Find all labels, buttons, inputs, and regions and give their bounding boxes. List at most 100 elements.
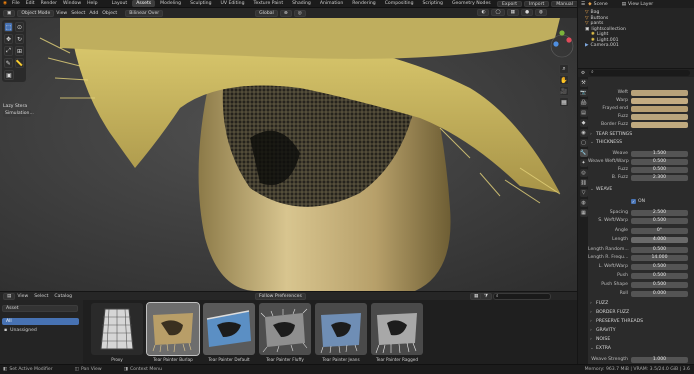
xray-icon[interactable]: ▦: [506, 9, 519, 16]
grid-view-icon[interactable]: ▦: [559, 97, 569, 107]
menu-render[interactable]: Render: [41, 1, 57, 6]
prop-value-field[interactable]: 0.000: [631, 290, 688, 297]
prop-value-field[interactable]: 2.500: [631, 209, 688, 216]
tab-modeling[interactable]: Modeling: [156, 0, 185, 7]
modifier-tab-icon[interactable]: 🔧: [579, 149, 588, 157]
tab-layout[interactable]: Layout: [108, 0, 132, 7]
export-button[interactable]: Export: [497, 1, 523, 7]
menu-help[interactable]: Help: [87, 1, 97, 6]
transform-tool-icon[interactable]: ⊞: [15, 46, 24, 56]
tool-tab-icon[interactable]: ⚒: [579, 79, 588, 87]
thickness-section[interactable]: ⌄ THICKNESS: [590, 139, 692, 146]
proportional-edit-icon[interactable]: ◎: [293, 9, 306, 17]
annotate-tool-icon[interactable]: ✎: [4, 58, 13, 68]
zoom-icon[interactable]: ⌕: [559, 64, 569, 74]
prop-value-field[interactable]: 0.500: [631, 217, 688, 224]
measure-tool-icon[interactable]: 📏: [14, 58, 24, 68]
object-menu[interactable]: Object: [102, 11, 117, 16]
filter-icon[interactable]: ⧩: [480, 293, 493, 300]
add-menu[interactable]: Add: [89, 11, 98, 16]
tab-animation[interactable]: Animation: [316, 0, 347, 7]
prop-value-field[interactable]: 2.300: [631, 174, 688, 181]
extra-section[interactable]: ⌄ EXTRA: [590, 345, 692, 352]
asset-select-menu[interactable]: Select: [34, 294, 48, 299]
properties-type-icon[interactable]: ⚙: [581, 71, 585, 76]
manual-button[interactable]: Manual: [551, 1, 578, 7]
prop-value-field[interactable]: 0.500: [631, 158, 688, 165]
move-tool-icon[interactable]: ✥: [4, 34, 13, 44]
simulation-button[interactable]: Simulation...: [3, 110, 34, 117]
object-tab-icon[interactable]: ▢: [579, 139, 588, 147]
color-swatch[interactable]: [631, 113, 688, 120]
view-layer-name[interactable]: View Layer: [628, 2, 653, 7]
view-menu[interactable]: View: [56, 11, 67, 16]
catalog-item-unassigned[interactable]: ▪ Unassigned: [4, 327, 37, 334]
tab-texture-paint[interactable]: Texture Paint: [249, 0, 287, 7]
prop-value-field[interactable]: 0.500: [631, 263, 688, 270]
data-tab-icon[interactable]: ▽: [579, 189, 588, 197]
mode-select-icon[interactable]: ▣: [3, 9, 16, 17]
tab-shading[interactable]: Shading: [288, 0, 315, 7]
border-fuzz-section[interactable]: › BORDER FUZZ: [590, 309, 692, 316]
world-tab-icon[interactable]: ◉: [579, 129, 588, 137]
weave-section[interactable]: ⌄ WEAVE: [590, 186, 692, 193]
tab-geometry-nodes[interactable]: Geometry Nodes: [448, 0, 495, 7]
prop-value-field[interactable]: 4.000: [631, 236, 688, 243]
asset-view-menu[interactable]: View: [17, 294, 28, 299]
physics-tab-icon[interactable]: ◎: [579, 169, 588, 177]
weave-on-checkbox[interactable]: ✓: [631, 199, 636, 204]
outliner-item[interactable]: ▶ Camera.001: [581, 43, 691, 49]
menu-window[interactable]: Window: [63, 1, 81, 6]
prop-value-field[interactable]: 0.500: [631, 272, 688, 279]
tab-scripting[interactable]: Scripting: [419, 0, 447, 7]
transform-orientation-dropdown[interactable]: Global: [255, 9, 278, 17]
properties-search-input[interactable]: ⌕: [589, 70, 690, 76]
add-cube-tool-icon[interactable]: ▣: [4, 70, 14, 80]
constraints-tab-icon[interactable]: ⛓: [579, 179, 588, 187]
tab-uv-editing[interactable]: UV Editing: [217, 0, 249, 7]
tear-settings-section[interactable]: › TEAR SETTINGS: [590, 131, 692, 138]
color-swatch[interactable]: [631, 89, 688, 96]
visibility-icon[interactable]: ◐: [477, 9, 490, 16]
asset-catalog-menu[interactable]: Catalog: [54, 294, 72, 299]
prop-value-field[interactable]: 0.500: [631, 246, 688, 253]
asset-search-input[interactable]: ⌕: [493, 293, 551, 300]
object-mode-dropdown[interactable]: Object Mode: [17, 9, 55, 17]
select-menu[interactable]: Select: [71, 11, 85, 16]
pivot-dropdown[interactable]: Bilinear Over: [125, 9, 164, 17]
render-tab-icon[interactable]: 📷: [579, 89, 588, 97]
import-method-dropdown[interactable]: Follow Preferences: [255, 293, 306, 300]
tab-compositing[interactable]: Compositing: [381, 0, 418, 7]
asset-library-dropdown[interactable]: Asset: [2, 305, 78, 312]
gravity-section[interactable]: › GRAVITY: [590, 327, 692, 334]
menu-edit[interactable]: Edit: [26, 1, 35, 6]
prop-value-field[interactable]: 0°: [631, 227, 688, 234]
noise-section[interactable]: › NOISE: [590, 336, 692, 343]
color-swatch[interactable]: [631, 105, 688, 112]
material-tab-icon[interactable]: ◍: [579, 199, 588, 207]
view-layer-tab-icon[interactable]: ▤: [579, 109, 588, 117]
scene-tab-icon[interactable]: ◆: [579, 119, 588, 127]
material-shading-icon[interactable]: ◍: [534, 9, 547, 16]
scene-name[interactable]: Scene: [594, 2, 608, 7]
overlays-icon[interactable]: ◯: [491, 9, 505, 16]
select-box-tool-icon[interactable]: ⬚: [4, 22, 13, 32]
prop-value-field[interactable]: 1.500: [631, 150, 688, 157]
fuzz-section[interactable]: › FUZZ: [590, 300, 692, 307]
prop-value-field[interactable]: 0.500: [631, 281, 688, 288]
prop-value-field[interactable]: 0.500: [631, 166, 688, 173]
snap-icon[interactable]: ⊕: [279, 9, 292, 17]
texture-tab-icon[interactable]: ▦: [579, 209, 588, 217]
color-swatch[interactable]: [631, 121, 688, 128]
scale-tool-icon[interactable]: ⤢: [4, 46, 13, 56]
blender-logo-icon[interactable]: ◉: [3, 1, 7, 6]
outliner-type-icon[interactable]: ☰: [581, 2, 585, 7]
prop-value-field[interactable]: 1.000: [631, 356, 688, 363]
output-tab-icon[interactable]: 🖨: [579, 99, 588, 107]
rotate-tool-icon[interactable]: ↻: [15, 34, 24, 44]
prop-value-field[interactable]: 14.000: [631, 254, 688, 261]
3d-viewport[interactable]: ⬚ ⊙ ✥ ↻ ⤢ ⊞ ✎ 📏 ▣ Lazy Stera Simulation... ⌕…: [0, 18, 577, 291]
tab-assets[interactable]: Assets: [132, 0, 156, 7]
editor-type-icon[interactable]: ▤: [3, 292, 16, 300]
pan-hand-icon[interactable]: ✋: [559, 75, 569, 85]
